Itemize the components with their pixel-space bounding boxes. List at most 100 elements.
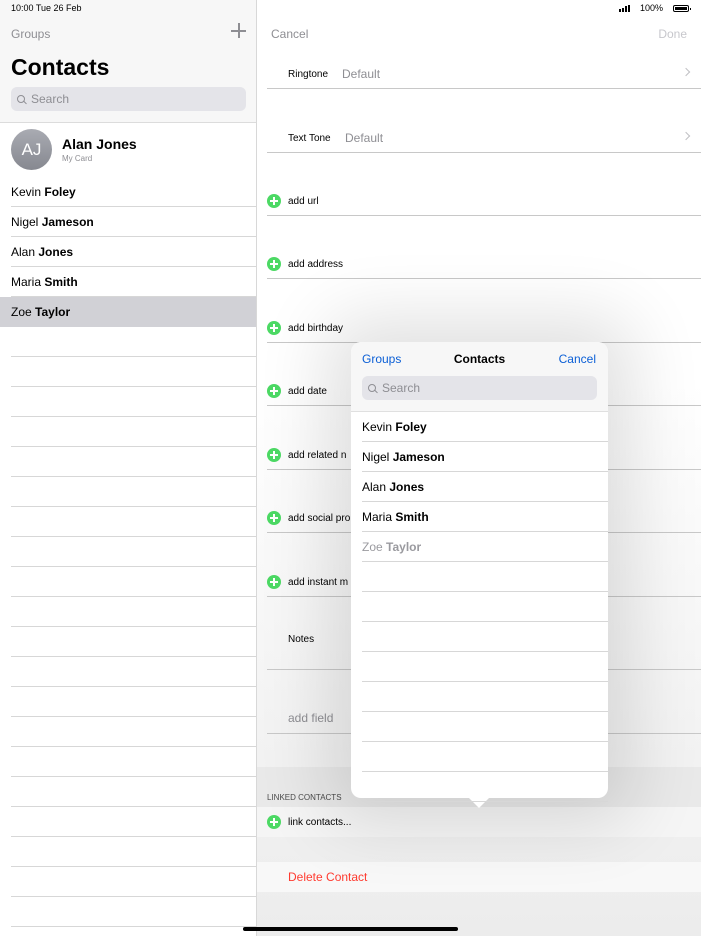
add-instant-label: add instant m	[288, 577, 349, 588]
contact-name: Nigel Jameson	[11, 215, 94, 229]
popover-empty-rows	[351, 562, 608, 802]
popover-contact-row[interactable]: Kevin Foley	[351, 412, 608, 442]
add-birthday-label: add birthday	[288, 323, 344, 334]
contact-row[interactable]: Alan Jones	[0, 237, 256, 267]
empty-row	[0, 657, 256, 687]
done-button[interactable]: Done	[658, 27, 687, 41]
empty-row	[351, 622, 608, 652]
empty-row	[0, 747, 256, 777]
add-circle-icon[interactable]	[267, 321, 281, 335]
status-bar: 10:00 Tue 26 Feb 100%	[0, 0, 701, 16]
delete-contact-row[interactable]: Delete Contact	[257, 862, 701, 892]
page-title: Contacts	[11, 54, 110, 80]
empty-row	[0, 507, 256, 537]
contacts-picker-popover: Groups Contacts Cancel Search Kevin Fole…	[351, 342, 608, 808]
popover-cancel-button[interactable]: Cancel	[559, 352, 596, 366]
contact-row[interactable]: Nigel Jameson	[0, 207, 256, 237]
search-placeholder: Search	[31, 92, 70, 106]
empty-row	[351, 742, 608, 772]
popover-contact-row[interactable]: Nigel Jameson	[351, 442, 608, 472]
link-contacts-row[interactable]: link contacts...	[257, 807, 701, 837]
delete-contact-button[interactable]: Delete Contact	[288, 870, 367, 884]
add-address-row[interactable]: add address	[267, 249, 701, 279]
add-birthday-row[interactable]: add birthday	[267, 313, 701, 343]
cancel-button[interactable]: Cancel	[271, 27, 308, 41]
empty-list-rows	[0, 327, 256, 927]
add-address-label: add address	[288, 259, 344, 270]
contact-name: Kevin Foley	[362, 420, 427, 434]
contact-name: Kevin Foley	[11, 185, 76, 199]
empty-row	[0, 357, 256, 387]
add-circle-icon[interactable]	[267, 815, 281, 829]
empty-row	[0, 687, 256, 717]
empty-row	[0, 537, 256, 567]
search-placeholder: Search	[382, 381, 421, 395]
text-tone-row[interactable]: Text Tone Default	[267, 123, 701, 153]
contact-name: Zoe Taylor	[362, 540, 422, 554]
add-url-row[interactable]: add url	[267, 186, 701, 216]
contacts-header: Groups Contacts Search	[0, 0, 256, 123]
empty-row	[0, 627, 256, 657]
contact-row[interactable]: Maria Smith	[0, 267, 256, 297]
add-circle-icon[interactable]	[267, 194, 281, 208]
battery-icon	[673, 4, 691, 12]
search-input[interactable]: Search	[11, 87, 246, 111]
home-indicator[interactable]	[243, 927, 458, 931]
empty-row	[0, 477, 256, 507]
empty-row	[0, 867, 256, 897]
my-card-subtitle: My Card	[62, 154, 93, 163]
my-card-name: Alan Jones	[62, 136, 137, 152]
contact-name: Maria Smith	[11, 275, 78, 289]
my-card[interactable]: AJ Alan Jones My Card	[0, 123, 256, 177]
popover-contact-row[interactable]: Alan Jones	[351, 472, 608, 502]
add-circle-icon[interactable]	[267, 257, 281, 271]
contact-row[interactable]: Kevin Foley	[0, 177, 256, 207]
contacts-sidebar: Groups Contacts Search AJ Alan Jones My …	[0, 0, 257, 936]
empty-row	[0, 417, 256, 447]
popover-contact-row[interactable]: Maria Smith	[351, 502, 608, 532]
popover-contacts-list: Kevin Foley Nigel Jameson Alan Jones Mar…	[351, 412, 608, 802]
text-tone-value: Default	[345, 131, 384, 145]
avatar: AJ	[11, 129, 52, 170]
ringtone-row[interactable]: Ringtone Default	[267, 59, 701, 89]
linked-contacts-header: LINKED CONTACTS	[267, 793, 342, 802]
link-contacts-inner: link contacts...	[267, 807, 701, 837]
empty-row	[351, 712, 608, 742]
add-circle-icon[interactable]	[267, 575, 281, 589]
contact-name: Maria Smith	[362, 510, 429, 524]
contact-name: Alan Jones	[11, 245, 74, 259]
chevron-right-icon	[681, 67, 691, 77]
add-circle-icon[interactable]	[267, 448, 281, 462]
empty-row	[0, 837, 256, 867]
link-contacts-label: link contacts...	[288, 817, 352, 828]
add-social-label: add social pro	[288, 513, 351, 524]
chevron-right-icon	[681, 131, 691, 141]
search-icon	[17, 94, 26, 104]
empty-row	[351, 682, 608, 712]
contact-row-selected[interactable]: Zoe Taylor	[0, 297, 256, 327]
empty-row	[0, 387, 256, 417]
notes-label: Notes	[288, 634, 315, 645]
empty-row	[351, 592, 608, 622]
empty-row	[0, 567, 256, 597]
empty-row	[0, 717, 256, 747]
popover-header: Groups Contacts Cancel Search	[351, 342, 608, 412]
contact-name: Zoe Taylor	[11, 305, 71, 319]
add-circle-icon[interactable]	[267, 511, 281, 525]
signal-icon	[618, 4, 630, 12]
add-circle-icon[interactable]	[267, 384, 281, 398]
contact-name: Nigel Jameson	[362, 450, 445, 464]
empty-row	[351, 772, 608, 802]
add-url-label: add url	[288, 196, 319, 207]
status-indicators: 100%	[618, 3, 691, 13]
empty-row	[351, 652, 608, 682]
text-tone-label: Text Tone	[288, 133, 331, 144]
battery-percent: 100%	[639, 3, 663, 13]
groups-button[interactable]: Groups	[11, 27, 50, 41]
add-related-label: add related n	[288, 450, 347, 461]
contacts-list: Kevin Foley Nigel Jameson Alan Jones Mar…	[0, 177, 256, 927]
contact-name: Alan Jones	[362, 480, 425, 494]
popover-search-input[interactable]: Search	[362, 376, 597, 400]
status-time: 10:00 Tue 26 Feb	[11, 3, 82, 13]
add-contact-plus-icon[interactable]	[230, 22, 248, 40]
